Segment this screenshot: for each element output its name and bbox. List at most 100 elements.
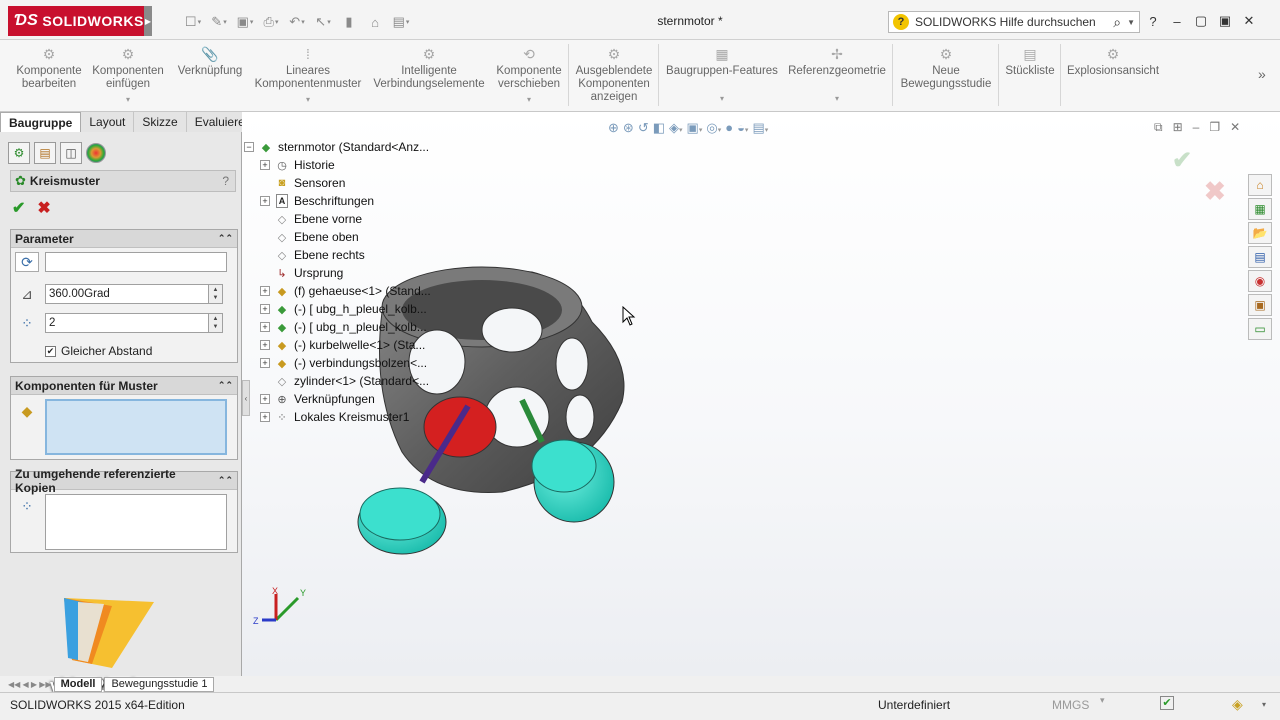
tree-item[interactable]: ◇ Ebene vorne bbox=[260, 210, 431, 228]
components-group-header[interactable]: Komponenten für Muster ⌃⌃ bbox=[11, 377, 237, 395]
show-hidden-button[interactable]: ⚙ Ausgeblendete Komponenten anzeigen bbox=[572, 46, 656, 104]
linear-pattern-button[interactable]: ⁞ Lineares Komponentenmuster ▾ bbox=[252, 46, 364, 106]
viewport-minimize-icon[interactable]: – bbox=[1193, 120, 1200, 135]
section-view-icon[interactable]: ◧ bbox=[653, 120, 665, 136]
chevron-down-icon[interactable]: ▾ bbox=[492, 93, 566, 106]
skip-instances-group-header[interactable]: Zu umgehende referenzierte Kopien ⌃⌃ bbox=[11, 467, 237, 495]
exploded-view-button[interactable]: ⚙ Explosionsansicht bbox=[1064, 46, 1162, 78]
tree-item[interactable]: + ◷ Historie bbox=[260, 156, 431, 174]
view-settings-icon[interactable]: ▤▾ bbox=[752, 120, 768, 136]
mate-button[interactable]: 📎 Verknüpfung bbox=[172, 46, 248, 78]
hide-show-items-icon[interactable]: ◎▾ bbox=[706, 120, 721, 136]
chevron-down-icon[interactable]: ▾ bbox=[662, 92, 782, 105]
tab-model[interactable]: Modell bbox=[53, 677, 103, 692]
apply-scene-icon[interactable]: ◒▾ bbox=[737, 120, 748, 136]
appearances-icon[interactable]: ◉ bbox=[1248, 270, 1272, 292]
search-icon[interactable]: ⌕ bbox=[1113, 14, 1121, 31]
tree-root[interactable]: − ◆ sternmotor (Standard<Anz... bbox=[244, 138, 431, 156]
tree-item[interactable]: + ◆ (-) [ ubg_h_pleuel_kolb... bbox=[260, 300, 431, 318]
view-palette-icon[interactable]: ▤ bbox=[1248, 246, 1272, 268]
tree-item[interactable]: + A Beschriftungen bbox=[260, 192, 431, 210]
help-button[interactable]: ? bbox=[222, 174, 229, 188]
file-explorer-icon[interactable]: 📂 bbox=[1248, 222, 1272, 244]
expand-icon[interactable]: + bbox=[260, 304, 270, 314]
print-icon[interactable]: ⎙ ▾ bbox=[258, 12, 284, 32]
bom-button[interactable]: ▤ Stückliste bbox=[1002, 46, 1058, 78]
minimize-icon[interactable]: – bbox=[1168, 12, 1186, 30]
instances-field[interactable]: 2 bbox=[45, 313, 209, 333]
tab-skizze[interactable]: Skizze bbox=[134, 112, 187, 132]
assembly-features-button[interactable]: ▦ Baugruppen-Features ▾ bbox=[662, 46, 782, 105]
expand-icon[interactable]: + bbox=[260, 340, 270, 350]
insert-components-button[interactable]: ⚙ Komponenten einfügen ▾ bbox=[88, 46, 168, 106]
confirmation-ok-icon[interactable]: ✔ bbox=[1172, 146, 1192, 175]
expand-icon[interactable]: + bbox=[260, 286, 270, 296]
configuration-manager-tab-icon[interactable]: ◫ bbox=[60, 142, 82, 164]
viewport-close-icon[interactable]: ✕ bbox=[1230, 120, 1240, 135]
save-icon[interactable]: ▣ ▾ bbox=[232, 12, 258, 32]
components-selection-box[interactable] bbox=[45, 399, 227, 455]
edit-component-button[interactable]: ⚙ Komponente bearbeiten bbox=[12, 46, 86, 91]
collapse-icon[interactable]: ⌃⌃ bbox=[218, 380, 233, 391]
tree-item[interactable]: + ◆ (-) [ ubg_n_pleuel_kolb... bbox=[260, 318, 431, 336]
display-manager-tab-icon[interactable] bbox=[86, 143, 106, 163]
axis-field[interactable] bbox=[45, 252, 227, 272]
chevron-down-icon[interactable]: ▾ bbox=[88, 93, 168, 106]
collapse-icon[interactable]: − bbox=[244, 142, 254, 152]
help-search-box[interactable]: ? SOLIDWORKS Hilfe durchsuchen ⌕ ▼ bbox=[888, 11, 1140, 33]
design-library-icon[interactable]: ▦ bbox=[1248, 198, 1272, 220]
tree-item[interactable]: + ◆ (-) kurbelwelle<1> (Sta... bbox=[260, 336, 431, 354]
tab-layout[interactable]: Layout bbox=[81, 112, 135, 132]
tree-item[interactable]: + ◆ (f) gehaeuse<1> (Stand... bbox=[260, 282, 431, 300]
previous-view-icon[interactable]: ↺ bbox=[638, 120, 649, 136]
solidworks-logo[interactable]: ƊS SOLIDWORKS bbox=[8, 6, 144, 36]
menu-expand-icon[interactable]: ▶ bbox=[144, 6, 152, 36]
tree-item[interactable]: + ◆ (-) verbindungsbolzen<... bbox=[260, 354, 431, 372]
expand-icon[interactable]: + bbox=[260, 322, 270, 332]
smart-fasteners-button[interactable]: ⚙ Intelligente Verbindungselemente bbox=[368, 46, 490, 91]
property-manager-tab-icon[interactable]: ▤ bbox=[34, 142, 56, 164]
tree-item[interactable]: + ⁘ Lokales Kreismuster1 bbox=[260, 408, 431, 426]
tag-icon[interactable]: ◈ bbox=[1232, 696, 1243, 713]
undo-icon[interactable]: ↶ ▾ bbox=[284, 12, 310, 32]
instances-spinner[interactable]: ▲ ▼ bbox=[209, 313, 223, 333]
tab-nav-arrows-icon[interactable]: ◀◀ ◀ ▶ ▶▶ bbox=[8, 680, 52, 689]
feature-manager-tab-icon[interactable]: ⚙ bbox=[8, 142, 30, 164]
viewport-split-icon[interactable]: ⧉ bbox=[1154, 120, 1163, 135]
zoom-to-area-icon[interactable]: ⊛ bbox=[623, 120, 634, 136]
new-document-icon[interactable]: ☐ ▾ bbox=[180, 12, 206, 32]
chevron-down-icon[interactable]: ▾ bbox=[252, 93, 364, 106]
chevron-down-icon[interactable]: ▾ bbox=[1100, 695, 1105, 706]
chevron-down-icon[interactable]: ▾ bbox=[1262, 700, 1266, 709]
expand-icon[interactable]: + bbox=[260, 160, 270, 170]
angle-spinner[interactable]: ▲ ▼ bbox=[209, 284, 223, 304]
expand-icon[interactable]: + bbox=[260, 358, 270, 368]
angle-field[interactable]: 360.00Grad bbox=[45, 284, 209, 304]
home-icon[interactable]: ⌂ bbox=[1248, 174, 1272, 196]
tab-baugruppe[interactable]: Baugruppe bbox=[0, 112, 82, 132]
equal-spacing-checkbox[interactable]: ✔ bbox=[45, 345, 56, 357]
custom-properties-icon[interactable]: ▣ bbox=[1248, 294, 1272, 316]
chevron-right-icon[interactable]: » bbox=[1258, 66, 1266, 82]
parameter-group-header[interactable]: Parameter ⌃⌃ bbox=[11, 230, 237, 248]
ok-check-icon[interactable]: ✔ bbox=[12, 198, 25, 218]
forum-icon[interactable]: ▭ bbox=[1248, 318, 1272, 340]
tree-item[interactable]: ◇ zylinder<1> (Standard<... bbox=[260, 372, 431, 390]
edit-appearance-icon[interactable]: ● bbox=[725, 120, 733, 136]
viewport-tile-icon[interactable]: ⊞ bbox=[1173, 120, 1183, 135]
units-label[interactable]: MMGS bbox=[1052, 698, 1089, 712]
help-search-input[interactable]: SOLIDWORKS Hilfe durchsuchen bbox=[915, 15, 1113, 29]
options-icon[interactable]: ▤ ▾ bbox=[388, 12, 414, 32]
tree-item[interactable]: ◇ Ebene oben bbox=[260, 228, 431, 246]
close-icon[interactable]: ✕ bbox=[1240, 12, 1258, 30]
select-icon[interactable]: ↖ ▾ bbox=[310, 12, 336, 32]
chevron-down-icon[interactable]: ▼ bbox=[1127, 18, 1135, 27]
tree-item[interactable]: ↳ Ursprung bbox=[260, 264, 431, 282]
view-orientation-icon[interactable]: ◈▾ bbox=[669, 120, 683, 136]
collapse-icon[interactable]: ⌃⌃ bbox=[218, 233, 233, 244]
expand-icon[interactable]: + bbox=[260, 196, 270, 206]
maximize-icon[interactable]: ▣ bbox=[1216, 12, 1234, 30]
collapse-icon[interactable]: ⌃⌃ bbox=[218, 475, 233, 486]
tree-item[interactable]: ◙ Sensoren bbox=[260, 174, 431, 192]
display-style-icon[interactable]: ▣▾ bbox=[687, 120, 703, 136]
